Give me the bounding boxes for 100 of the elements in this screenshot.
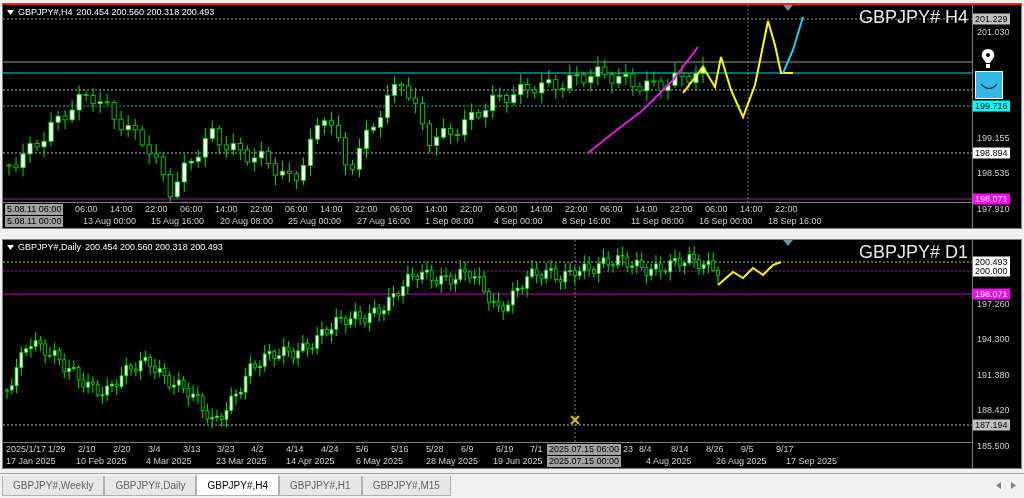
time-label: 9/5 [741,444,754,455]
chart-title: GBPJPY# H4 [858,7,968,28]
date-label: 17 Jan 2025 [6,456,56,467]
date-label: 4 Mar 2025 [146,456,192,467]
time-label: 4/2 [251,444,264,455]
cursor-time-label: 2025.07.15 06:00 [547,444,622,455]
chart-symbol: GBPJPY#,H4 [18,7,73,17]
pen-icon[interactable] [981,49,995,69]
date-label: 19 Jun 2025 [493,456,543,467]
price-label: 201.030 [976,26,1011,38]
time-label: 1/29 [48,444,66,455]
scroll-right-icon[interactable] [1011,482,1016,489]
time-label: 22:00 [145,204,168,215]
date-label: 25 Aug 00:00 [288,216,342,227]
time-label: 4/24 [321,444,339,455]
chart-tab[interactable]: GBPJPY#,Daily [104,476,197,496]
date-label: 20 Aug 08:00 [220,216,274,227]
cursor-time-label: 5.08.11 06:00 [5,204,64,215]
cursor-date-label: 5.08.11 00:00 [5,216,64,227]
time-label: 14:00 [215,204,238,215]
time-label: 23 [623,444,633,455]
time-label: 14:00 [425,204,448,215]
time-label: 22:00 [775,204,798,215]
time-label: 22:00 [460,204,483,215]
cursor-date-label: 2025.07.15 00:00 [547,456,622,467]
price-label: 187.194 [973,419,1010,431]
date-label: 10 Feb 2025 [76,456,127,467]
date-label: 18 Sep 16:00 [768,216,822,227]
time-label: 8/4 [639,444,652,455]
price-label: 198.894 [973,147,1010,159]
time-label: 06:00 [495,204,518,215]
time-label: 06:00 [285,204,308,215]
time-label: 6/9 [461,444,474,455]
time-label: 8/14 [671,444,689,455]
date-label: 27 Aug 16:00 [357,216,411,227]
price-label: 197.260 [976,298,1011,310]
time-label: 5/28 [426,444,444,455]
date-label: 13 Aug 00:00 [83,216,137,227]
time-label: 8/26 [706,444,724,455]
date-label: 6 May 2025 [356,456,404,467]
ohlc-values: 200.454 200.560 200.318 200.493 [76,7,215,17]
time-label: 06:00 [390,204,413,215]
time-label: 3/4 [148,444,161,455]
ohlc-values: 200.454 200.560 200.318 200.493 [85,242,223,252]
collapse-icon[interactable] [7,244,14,250]
price-label: 198.535 [976,167,1011,179]
date-label: 4 Aug 2025 [646,456,692,467]
date-label: 16 Sep 00:00 [699,216,753,227]
date-label: 4 Sep 00:00 [494,216,543,227]
date-label: 1 Sep 08:00 [425,216,474,227]
time-label: 5/6 [356,444,369,455]
shift-marker-icon[interactable] [783,5,793,11]
chart-title: GBPJPY# D1 [858,242,968,263]
date-label: 8 Sep 16:00 [562,216,611,227]
time-label: 3/13 [183,444,201,455]
cross-marker-icon [570,415,580,425]
time-label: 5/16 [391,444,409,455]
price-label: 198.071 [973,193,1010,205]
curve-icon[interactable] [975,71,1003,99]
time-label: 2025/1/17 [6,444,47,455]
time-label: 6/19 [496,444,514,455]
scroll-left-icon[interactable] [996,482,1001,489]
date-label: 28 May 2025 [426,456,479,467]
time-label: 14:00 [110,204,133,215]
date-label: 11 Sep 08:00 [631,216,684,227]
time-label: 06:00 [75,204,98,215]
date-label: 17 Sep 2025 [786,456,838,467]
price-label: 198.071 [973,288,1010,300]
time-label: 22:00 [565,204,588,215]
time-label: 06:00 [600,204,623,215]
time-label: 14:00 [320,204,343,215]
trend-line [717,261,782,286]
date-label: 15 Aug 16:00 [151,216,205,227]
date-label: 14 Apr 2025 [286,456,335,467]
price-label: 200.000 [973,265,1010,277]
chart-tab[interactable]: GBPJPY#,H4 [196,475,280,496]
time-label: 9/17 [776,444,794,455]
time-label: 14:00 [530,204,553,215]
price-label: 191.380 [976,369,1011,381]
time-label: 14:00 [740,204,763,215]
collapse-icon[interactable] [7,9,14,15]
price-label: 188.420 [976,404,1011,416]
time-label: 06:00 [180,204,203,215]
price-label: 194.300 [976,333,1011,345]
time-label: 7/1 [530,444,543,455]
chart-tab[interactable]: GBPJPY#,Weekly [2,476,105,496]
price-label: 201.229 [973,13,1010,25]
time-label: 22:00 [250,204,273,215]
time-label: 2/10 [78,444,96,455]
date-label: 26 Aug 2025 [716,456,767,467]
price-label: 185.500 [976,440,1011,452]
time-label: 22:00 [670,204,693,215]
date-label: 23 Mar 2025 [216,456,267,467]
chart-tab[interactable]: GBPJPY#,M15 [361,476,451,496]
chart-symbol: GBPJPY#,Daily [18,242,82,252]
shift-marker-icon[interactable] [783,240,793,246]
time-label: 22:00 [355,204,378,215]
time-label: 14:00 [635,204,658,215]
time-label: 06:00 [705,204,728,215]
chart-tab[interactable]: GBPJPY#,H1 [279,476,362,496]
